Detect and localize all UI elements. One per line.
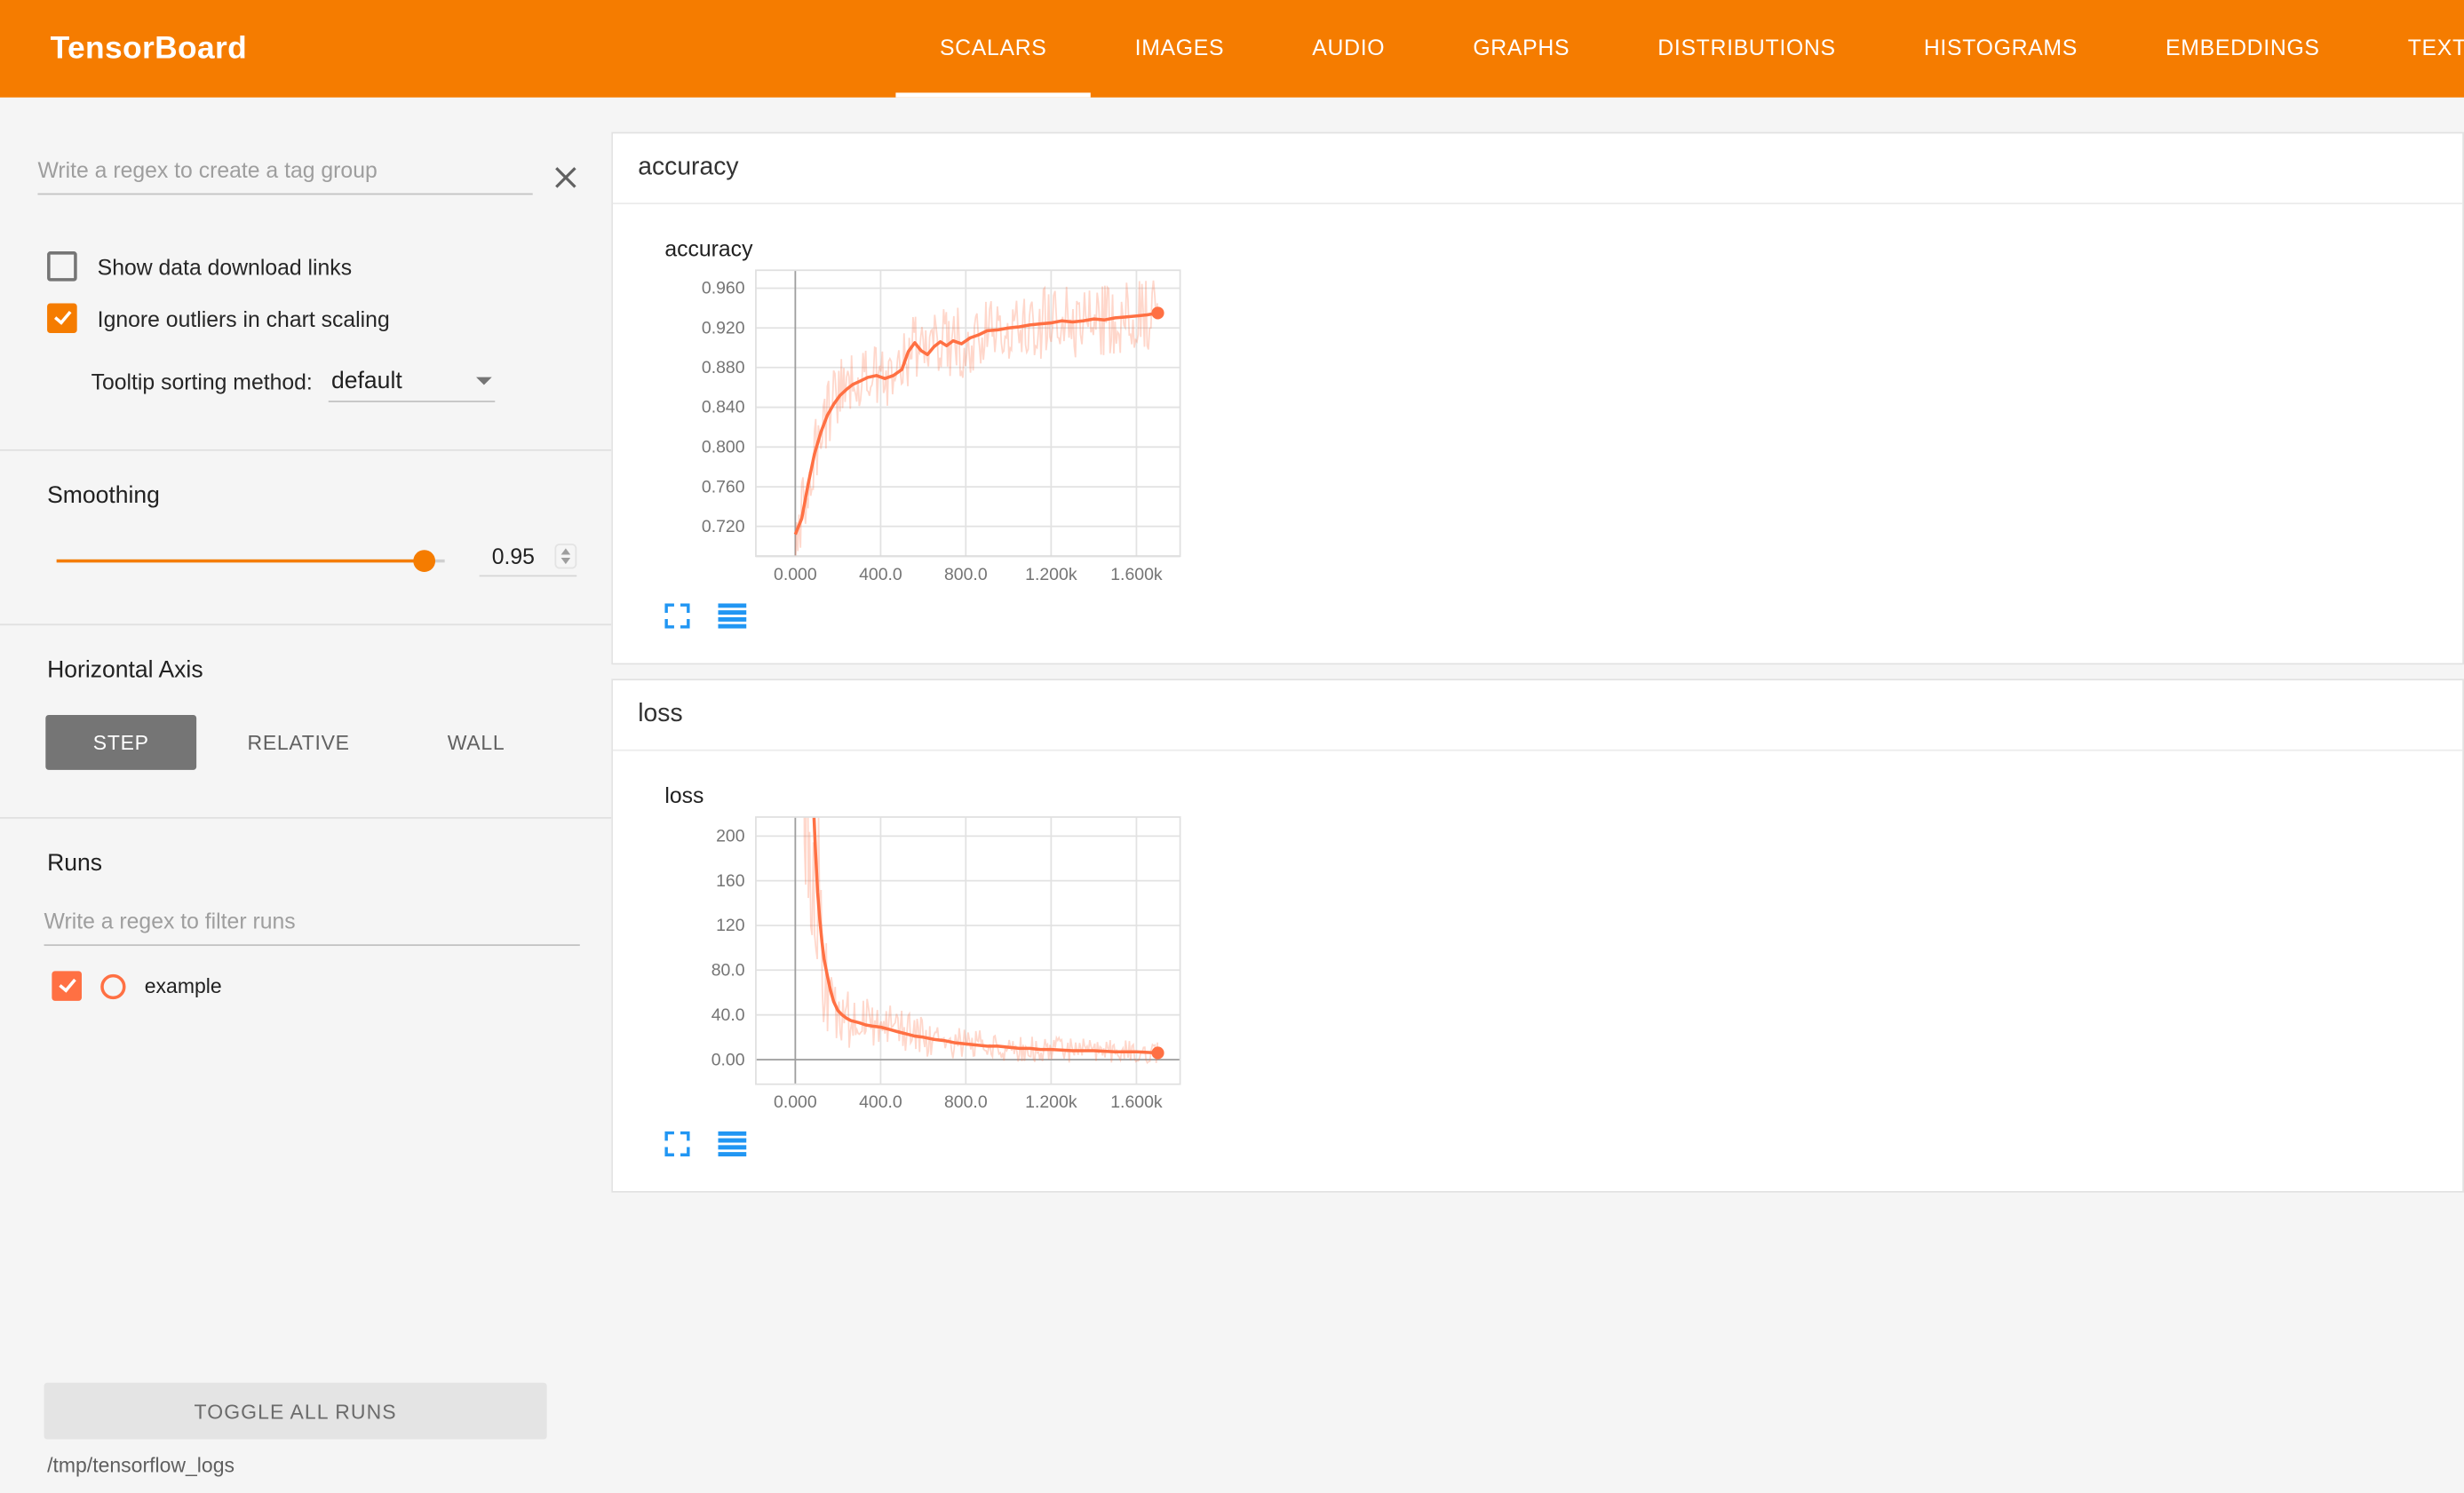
tag-group-card-accuracy: accuracy accuracy 0.9600.9200.8800.8400.…: [611, 132, 2464, 665]
log-directory-path: /tmp/tensorflow_logs: [47, 1453, 611, 1477]
chart-title: accuracy: [664, 235, 2462, 260]
tab-distributions[interactable]: DISTRIBUTIONS: [1614, 0, 1880, 98]
svg-text:0.000: 0.000: [774, 565, 817, 584]
tensorboard-app: TensorBoard SCALARS IMAGES AUDIO GRAPHS …: [0, 0, 2464, 1493]
loss-chart[interactable]: 200 160 120 80.0 40.0 0.00 0.000 400.0 800.0 1.20…: [688, 813, 2462, 1119]
tag-group-header[interactable]: loss: [613, 680, 2462, 751]
chart-svg: 0.960 0.920 0.880 0.840 0.800 0.760 0.720 0.000…: [688, 266, 1223, 591]
svg-text:0.840: 0.840: [702, 398, 745, 417]
svg-text:1.200k: 1.200k: [1025, 565, 1077, 584]
divider: [0, 817, 611, 819]
smoothing-row: 0.95: [57, 544, 577, 576]
svg-text:1.200k: 1.200k: [1025, 1092, 1077, 1112]
divider: [0, 449, 611, 451]
chart-title: loss: [664, 782, 2462, 807]
svg-text:0.760: 0.760: [702, 477, 745, 496]
expand-chart-icon[interactable]: [664, 1132, 689, 1156]
smoothing-slider-fill: [57, 559, 425, 562]
settings-sidebar: Show data download links Ignore outliers…: [0, 98, 611, 1493]
runs-filter-row: [44, 901, 580, 946]
smoothing-value[interactable]: 0.95: [480, 544, 535, 568]
ignore-outliers-label: Ignore outliers in chart scaling: [98, 306, 390, 330]
tooltip-sorting-value: default: [331, 368, 402, 394]
chart-svg: 200 160 120 80.0 40.0 0.00 0.000 400.0 800.0 1.20…: [688, 813, 1223, 1119]
chart-actions: [664, 1132, 2462, 1156]
smoothing-slider-knob[interactable]: [413, 549, 435, 571]
svg-text:0.920: 0.920: [702, 318, 745, 338]
tag-filter-input[interactable]: [37, 151, 532, 195]
tab-graphs[interactable]: GRAPHS: [1429, 0, 1614, 98]
tab-scalars[interactable]: SCALARS: [895, 0, 1091, 98]
sidebar-spacer: [0, 1001, 611, 1383]
app-header: TensorBoard SCALARS IMAGES AUDIO GRAPHS …: [0, 0, 2464, 98]
svg-text:0.880: 0.880: [702, 358, 745, 377]
svg-text:800.0: 800.0: [944, 565, 988, 584]
tag-group-header[interactable]: accuracy: [613, 133, 2462, 204]
expand-chart-icon[interactable]: [664, 603, 689, 628]
svg-text:400.0: 400.0: [859, 1092, 902, 1112]
smoothing-value-box[interactable]: 0.95: [480, 544, 577, 576]
svg-text:1.600k: 1.600k: [1110, 565, 1163, 584]
smoothing-stepper[interactable]: [555, 544, 577, 568]
smoothing-slider[interactable]: [57, 549, 445, 571]
svg-text:200: 200: [716, 827, 745, 846]
svg-text:160: 160: [716, 871, 745, 891]
tag-group-card-loss: loss loss 200 160 120 80.0 40.0 0.00 0.000 400.…: [611, 679, 2464, 1193]
svg-text:80.0: 80.0: [711, 960, 745, 980]
app-title: TensorBoard: [51, 0, 247, 98]
accuracy-chart[interactable]: 0.960 0.920 0.880 0.840 0.800 0.760 0.720 0.000…: [688, 266, 2462, 591]
clear-tag-filter-icon[interactable]: [555, 167, 577, 189]
axis-relative-button[interactable]: RELATIVE: [223, 715, 374, 770]
tab-embeddings[interactable]: EMBEDDINGS: [2122, 0, 2365, 98]
chart-actions: [664, 603, 2462, 628]
tab-audio[interactable]: AUDIO: [1268, 0, 1429, 98]
axis-wall-button[interactable]: WALL: [401, 715, 552, 770]
tab-histograms[interactable]: HISTOGRAMS: [1880, 0, 2121, 98]
toggle-runs-below-icon[interactable]: [718, 1132, 746, 1156]
svg-text:1.600k: 1.600k: [1110, 1092, 1163, 1112]
divider: [0, 623, 611, 625]
runs-filter-input[interactable]: [44, 901, 580, 946]
main-nav: SCALARS IMAGES AUDIO GRAPHS DISTRIBUTION…: [895, 0, 2464, 98]
tab-images[interactable]: IMAGES: [1091, 0, 1268, 98]
chart-block: accuracy 0.9600.9200.8800.8400.8000.7600…: [613, 204, 2462, 663]
show-download-row[interactable]: Show data download links: [47, 251, 574, 282]
tab-text[interactable]: TEXT: [2364, 0, 2464, 98]
axis-step-button[interactable]: STEP: [45, 715, 196, 770]
stepper-down-icon[interactable]: [561, 558, 571, 564]
toggle-all-runs-button[interactable]: TOGGLE ALL RUNS: [44, 1383, 547, 1440]
svg-text:0.000: 0.000: [774, 1092, 817, 1112]
chevron-down-icon: [476, 377, 492, 385]
runs-heading: Runs: [47, 850, 574, 877]
run-name: example: [145, 974, 222, 998]
horizontal-axis-heading: Horizontal Axis: [47, 656, 574, 683]
run-color-ring: [100, 973, 125, 998]
show-download-checkbox[interactable]: [47, 251, 77, 282]
toggle-runs-below-icon[interactable]: [718, 603, 746, 628]
horizontal-axis-buttons: STEP RELATIVE WALL: [45, 715, 573, 770]
svg-text:0.00: 0.00: [711, 1050, 745, 1069]
svg-text:0.800: 0.800: [702, 438, 745, 457]
stepper-up-icon[interactable]: [561, 548, 571, 554]
show-download-label: Show data download links: [98, 254, 352, 279]
svg-text:0.720: 0.720: [702, 517, 745, 536]
svg-text:400.0: 400.0: [859, 565, 902, 584]
svg-text:800.0: 800.0: [944, 1092, 988, 1112]
scalars-dashboard: accuracy accuracy 0.9600.9200.8800.8400.…: [611, 98, 2464, 1493]
run-list-item[interactable]: example: [52, 971, 573, 1001]
tooltip-sorting-row: Tooltip sorting method: default: [91, 368, 580, 402]
run-checkbox[interactable]: [52, 971, 82, 1001]
tooltip-sorting-select[interactable]: default: [328, 368, 495, 402]
chart-block: loss 200 160 120 80.0 40.0 0.00 0.000 400.0 800.…: [613, 751, 2462, 1191]
svg-text:40.0: 40.0: [711, 1005, 745, 1025]
smoothing-heading: Smoothing: [47, 482, 574, 509]
svg-text:0.960: 0.960: [702, 279, 745, 298]
ignore-outliers-checkbox[interactable]: [47, 303, 77, 333]
svg-text:120: 120: [716, 916, 745, 935]
ignore-outliers-row[interactable]: Ignore outliers in chart scaling: [47, 303, 574, 333]
tooltip-sorting-label: Tooltip sorting method:: [91, 369, 313, 402]
tag-filter-row: [37, 151, 576, 195]
